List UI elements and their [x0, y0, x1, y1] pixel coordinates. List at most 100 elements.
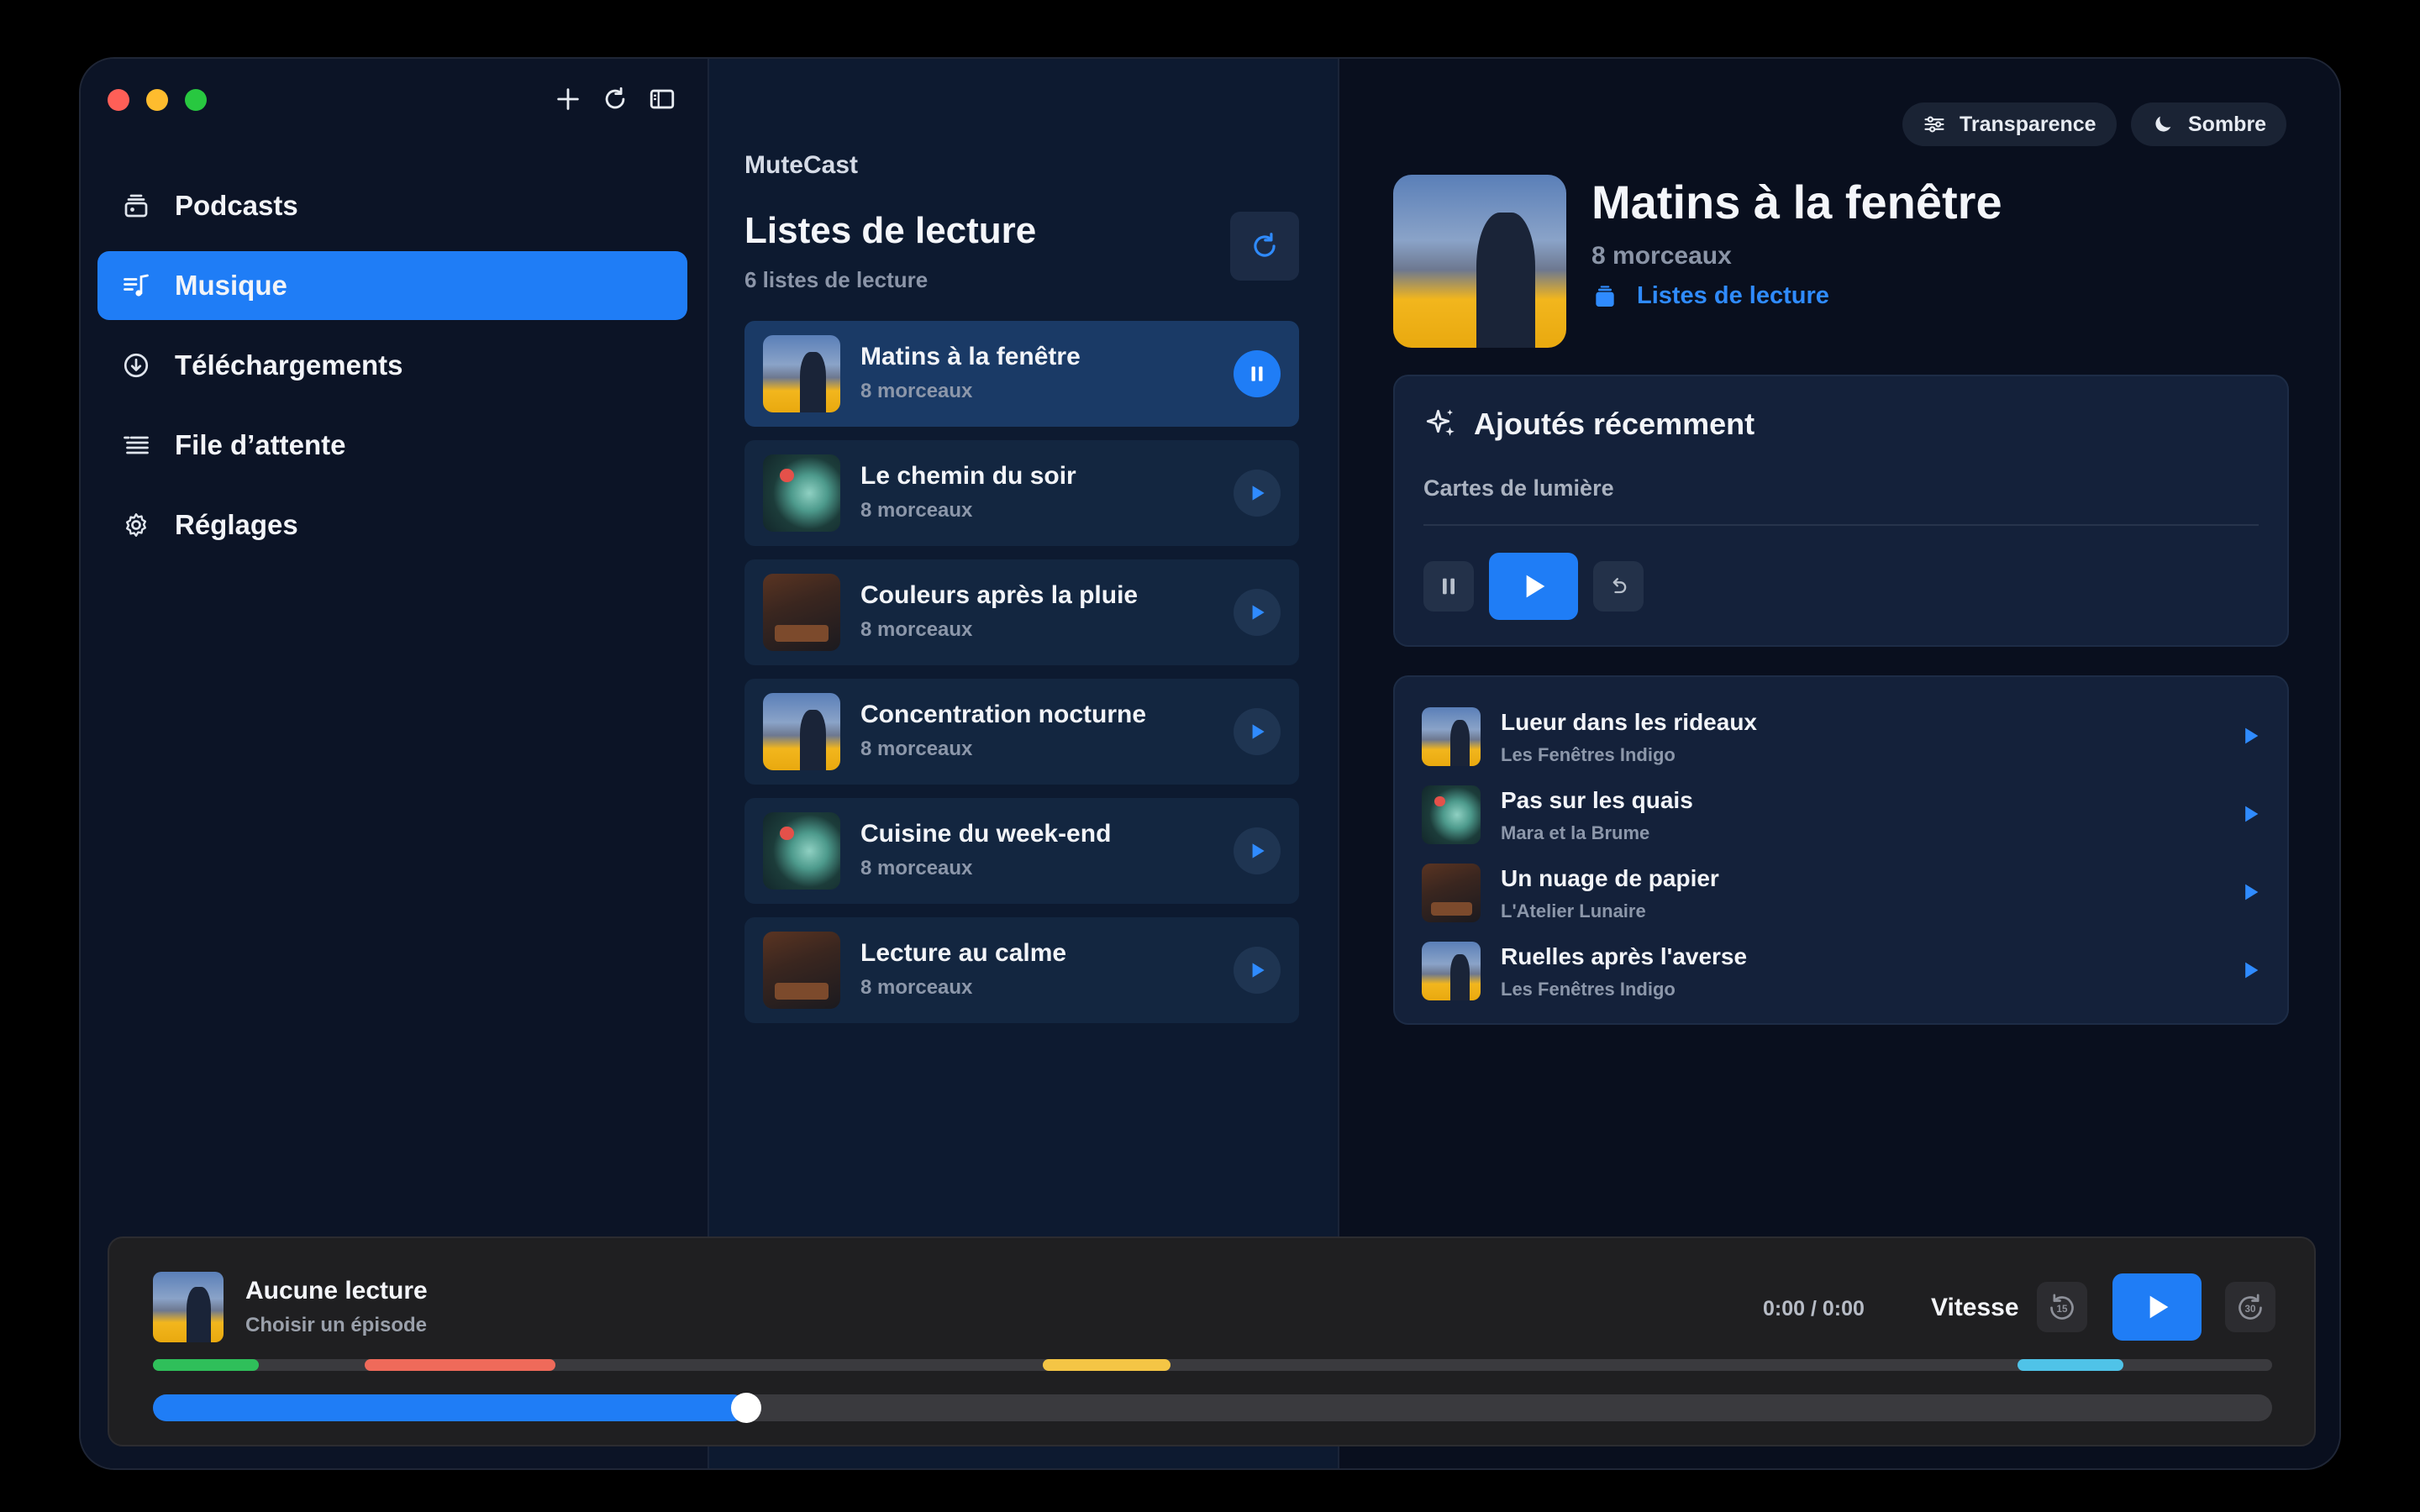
- chapter-marker[interactable]: [153, 1359, 260, 1371]
- track-list: Lueur dans les rideaux Les Fenêtres Indi…: [1393, 675, 2289, 1025]
- sidebar-item-label: Téléchargements: [175, 349, 403, 381]
- play-icon: [2149, 1295, 2169, 1319]
- play-button[interactable]: [1234, 589, 1281, 636]
- track-row[interactable]: Un nuage de papier L'Atelier Lunaire: [1422, 858, 2262, 926]
- chapter-markers[interactable]: [153, 1359, 2272, 1371]
- play-icon[interactable]: [2238, 958, 2262, 982]
- restart-button[interactable]: [1593, 561, 1644, 612]
- track-artist: L'Atelier Lunaire: [1501, 900, 1646, 921]
- skip-back-15-button[interactable]: 15: [2037, 1282, 2087, 1332]
- play-button[interactable]: [1489, 553, 1578, 620]
- pause-icon: [1443, 578, 1455, 595]
- zoom-window-button[interactable]: [185, 89, 207, 111]
- playlist-artwork: [763, 454, 840, 532]
- window-controls: [108, 89, 207, 111]
- play-button[interactable]: [1234, 708, 1281, 755]
- speed-button[interactable]: Vitesse: [1931, 1294, 2019, 1322]
- undo-icon: [1612, 578, 1627, 594]
- track-artwork: [1422, 785, 1481, 844]
- refresh-playlists-button[interactable]: [1230, 212, 1299, 281]
- playlist-row[interactable]: Lecture au calme 8 morceaux: [744, 917, 1299, 1023]
- sidebar-item-reglages[interactable]: Réglages: [97, 491, 687, 559]
- playlist-row[interactable]: Concentration nocturne 8 morceaux: [744, 679, 1299, 785]
- play-icon[interactable]: [2238, 802, 2262, 826]
- queue-icon: [119, 428, 153, 462]
- chapter-marker[interactable]: [2018, 1359, 2124, 1371]
- playlist-artwork: [763, 932, 840, 1009]
- play-icon[interactable]: [2238, 724, 2262, 748]
- progress-knob[interactable]: [731, 1393, 762, 1423]
- track-title: Pas sur les quais: [1501, 787, 1693, 813]
- sidebar-nav: Podcasts Musique Téléchargements File d’…: [97, 171, 687, 570]
- playlist-track-count: 8 morceaux: [860, 380, 973, 402]
- track-row[interactable]: Lueur dans les rideaux Les Fenêtres Indi…: [1422, 702, 2262, 769]
- now-playing-title: Aucune lecture: [245, 1277, 428, 1305]
- moon-icon: [2155, 116, 2171, 132]
- play-icon: [1252, 963, 1265, 978]
- progress-slider[interactable]: [153, 1393, 2272, 1423]
- track-row[interactable]: Ruelles après l'averse Les Fenêtres Indi…: [1422, 937, 2262, 1004]
- play-button[interactable]: [1234, 470, 1281, 517]
- playlist-name: Concentration nocturne: [860, 701, 1147, 728]
- sidebar-item-label: Podcasts: [175, 190, 298, 221]
- svg-text:15: 15: [2057, 1304, 2068, 1315]
- sidebar-toggle-icon[interactable]: [647, 82, 677, 116]
- playback-time: 0:00 / 0:00: [1763, 1297, 1865, 1320]
- download-icon: [119, 349, 153, 382]
- pause-button[interactable]: [1423, 561, 1474, 612]
- recently-added-header: Ajoutés récemment: [1423, 407, 1754, 442]
- play-icon: [1252, 724, 1265, 739]
- track-artist: Les Fenêtres Indigo: [1501, 744, 1676, 765]
- playlist-row[interactable]: Couleurs après la pluie 8 morceaux: [744, 559, 1299, 665]
- playlist-title: Matins à la fenêtre: [1591, 176, 2002, 228]
- playlist-name: Le chemin du soir: [860, 462, 1076, 490]
- chapter-marker[interactable]: [1043, 1359, 1171, 1371]
- playlist-track-count: 8 morceaux: [860, 618, 973, 641]
- player-bar: Aucune lecture Choisir un épisode 0:00 /…: [108, 1236, 2316, 1446]
- sidebar-item-musique[interactable]: Musique: [97, 251, 687, 320]
- stack-icon: [1596, 285, 1614, 307]
- minimize-window-button[interactable]: [146, 89, 168, 111]
- gear-icon: [119, 508, 153, 542]
- sidebar-item-telechargements[interactable]: Téléchargements: [97, 331, 687, 400]
- skip-back-15-icon: 15: [2050, 1294, 2074, 1320]
- sombre-button[interactable]: Sombre: [2131, 102, 2287, 146]
- sparkles-icon: [1426, 409, 1455, 436]
- track-artist: Mara et la Brume: [1501, 822, 1650, 843]
- playlist-track-count: 8 morceaux: [860, 499, 973, 522]
- sidebar-item-file-attente[interactable]: File d’attente: [97, 411, 687, 480]
- playlist-artwork: [763, 812, 840, 890]
- pause-button[interactable]: [1234, 350, 1281, 397]
- track-artwork: [1422, 864, 1481, 922]
- chapter-marker[interactable]: [365, 1359, 556, 1371]
- app-window: Podcasts Musique Téléchargements File d’…: [79, 57, 2341, 1470]
- play-button[interactable]: [1234, 947, 1281, 994]
- play-icon: [1252, 843, 1265, 858]
- track-artwork: [1422, 707, 1481, 766]
- play-icon: [1252, 605, 1265, 620]
- sidebar-item-podcasts[interactable]: Podcasts: [97, 171, 687, 240]
- playlist-row[interactable]: Matins à la fenêtre 8 morceaux: [744, 321, 1299, 427]
- music-icon: [119, 269, 153, 302]
- transparence-button[interactable]: Transparence: [1902, 102, 2117, 146]
- transparence-label: Transparence: [1960, 112, 2096, 136]
- now-playing-subtitle: Choisir un épisode: [245, 1314, 428, 1336]
- playlist-artwork: [763, 693, 840, 770]
- playlists-link[interactable]: Listes de lecture: [1591, 282, 1829, 310]
- sidebar-item-label: File d’attente: [175, 429, 346, 460]
- playlist-name: Matins à la fenêtre: [860, 343, 1081, 370]
- recent-track-title: Cartes de lumière: [1423, 475, 1614, 501]
- sidebar-item-label: Musique: [175, 270, 287, 301]
- plus-icon[interactable]: [553, 82, 583, 116]
- refresh-icon[interactable]: [600, 82, 630, 116]
- close-window-button[interactable]: [108, 89, 129, 111]
- play-icon[interactable]: [2238, 880, 2262, 904]
- play-icon: [1252, 486, 1265, 501]
- playlist-row[interactable]: Cuisine du week-end 8 morceaux: [744, 798, 1299, 904]
- player-play-button[interactable]: [2112, 1273, 2202, 1341]
- skip-forward-30-button[interactable]: 30: [2225, 1282, 2275, 1332]
- playlist-row[interactable]: Le chemin du soir 8 morceaux: [744, 440, 1299, 546]
- now-playing-artwork: [153, 1272, 224, 1342]
- play-button[interactable]: [1234, 827, 1281, 874]
- track-row[interactable]: Pas sur les quais Mara et la Brume: [1422, 780, 2262, 848]
